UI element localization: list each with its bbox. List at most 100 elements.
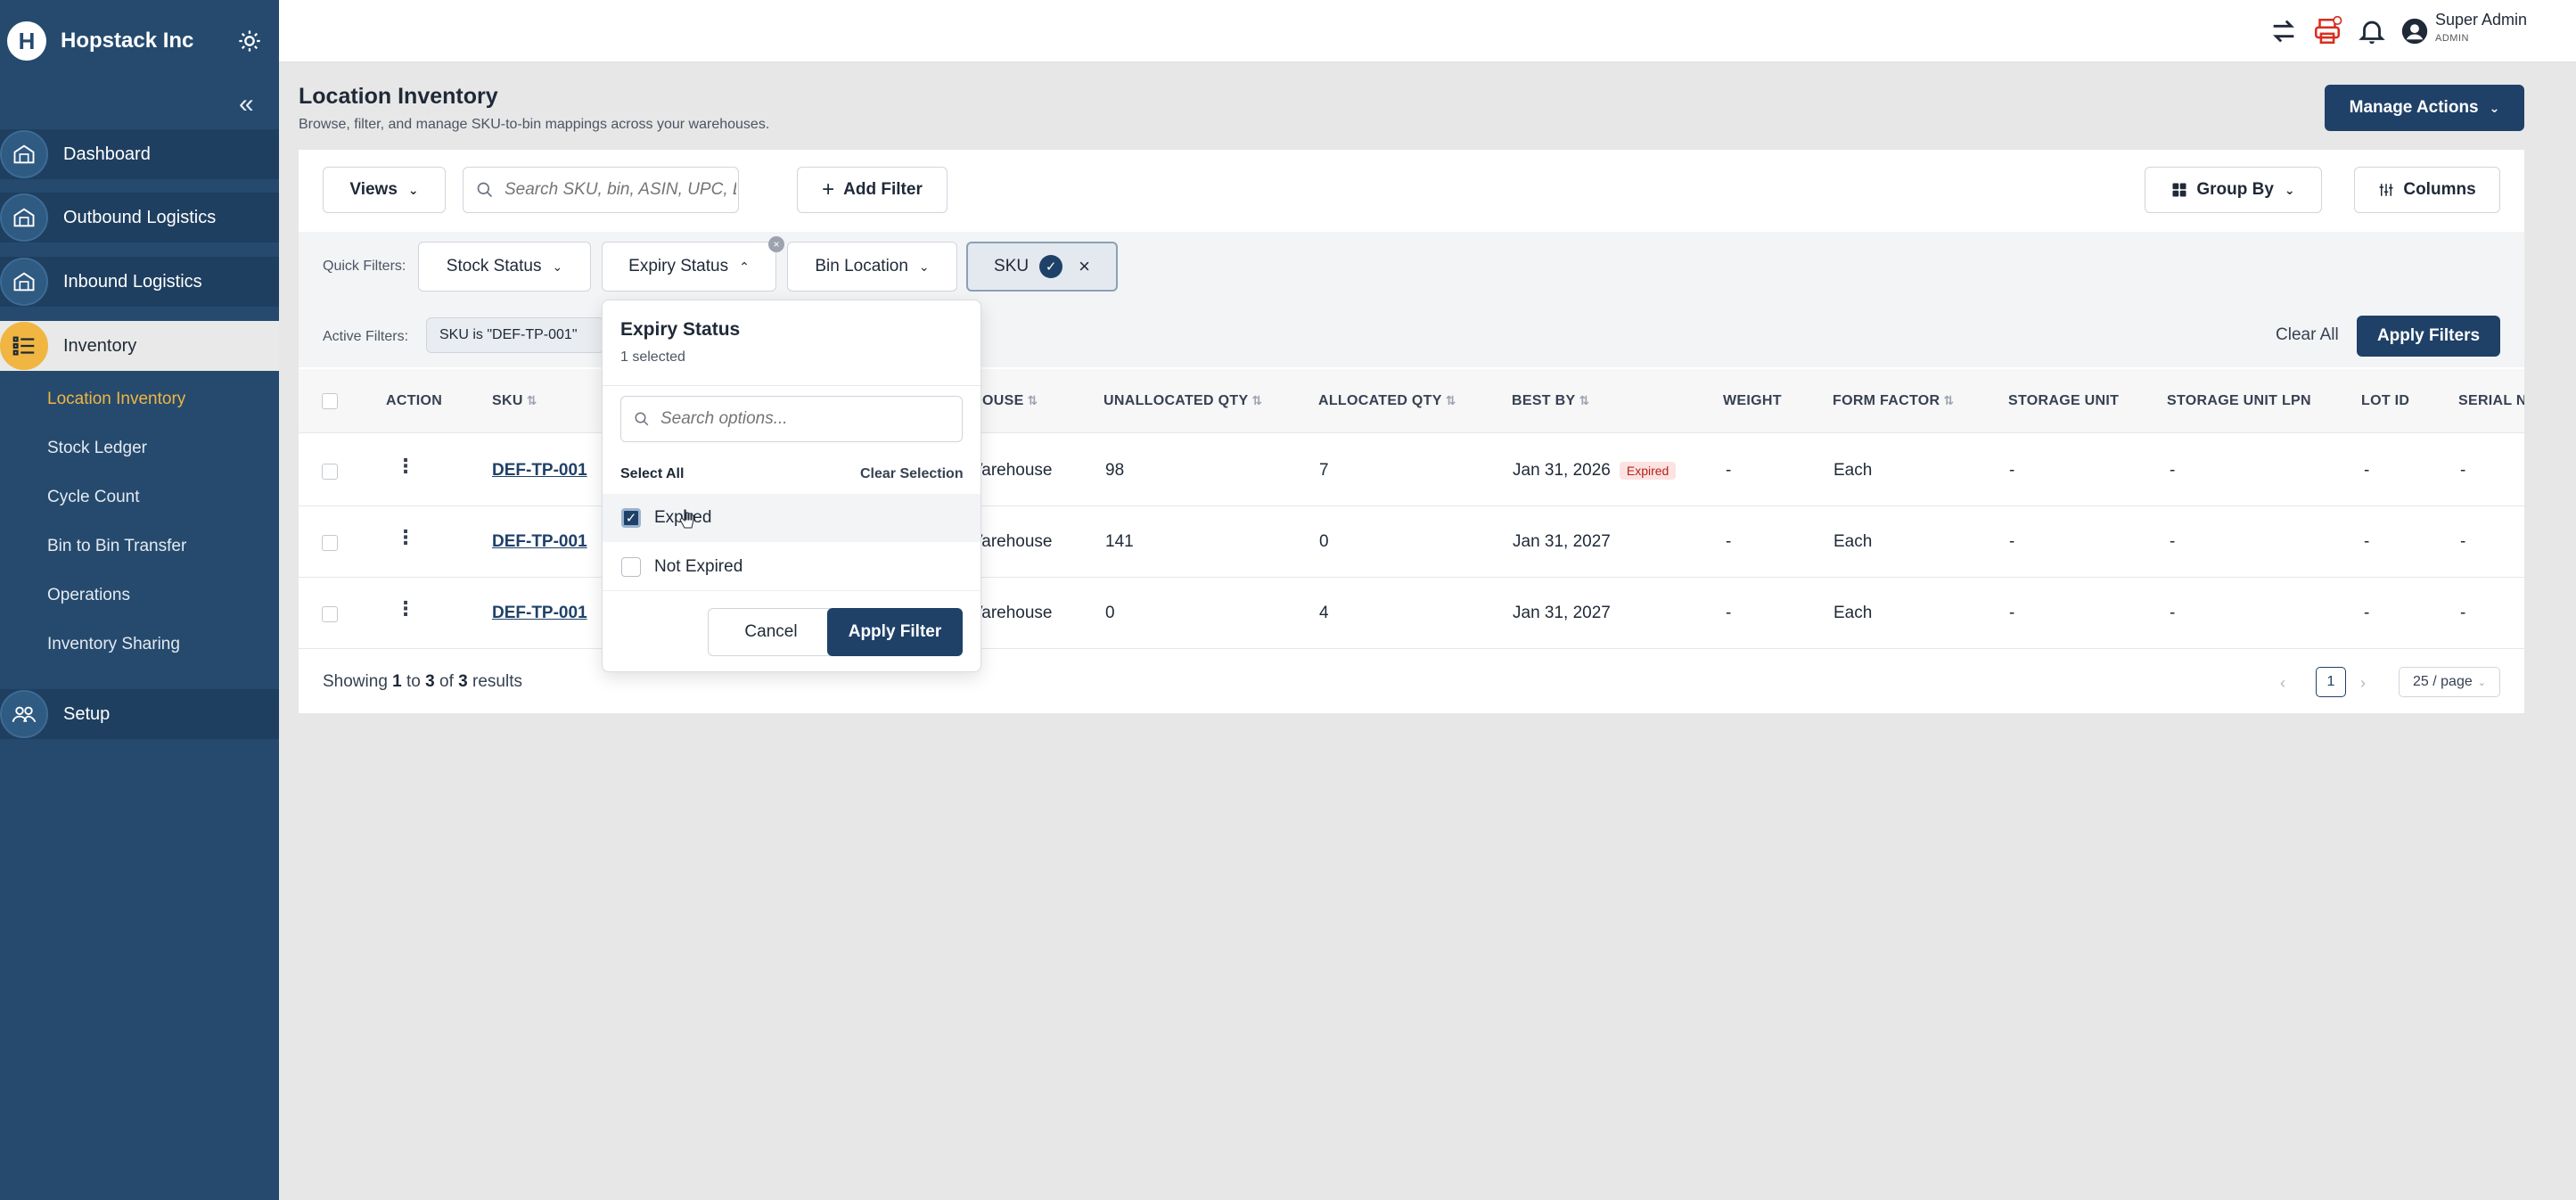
dropdown-search-box[interactable] [620,396,963,442]
expiry-status-filter[interactable]: Expiry Status ⌃ [602,242,776,292]
stock-status-label: Stock Status [446,257,542,275]
allocated-cell: 0 [1319,532,1329,551]
select-all-checkbox[interactable] [322,393,338,409]
results-total: 3 [458,672,468,691]
columns-button[interactable]: Columns [2354,167,2500,213]
user-avatar-icon[interactable] [2400,16,2430,46]
next-page-icon[interactable]: › [2360,674,2366,693]
plus-icon: + [822,177,835,201]
page-number[interactable]: 1 [2316,667,2346,697]
sidebar-item-inbound[interactable]: Inbound Logistics [0,257,279,307]
submenu-location-inventory[interactable]: Location Inventory [47,390,185,409]
sort-icon: ⇅ [526,393,537,407]
clear-selection-link[interactable]: Clear Selection [860,466,964,482]
best-by-cell: Jan 31, 2027 [1513,532,1611,551]
stock-status-filter[interactable]: Stock Status ⌄ [418,242,591,292]
check-circle-icon: ✓ [1039,255,1063,278]
col-form-factor-label: FORM FACTOR [1833,393,1940,408]
col-form-factor[interactable]: FORM FACTOR ⇅ [1833,393,1954,409]
sidebar-item-dashboard[interactable]: Dashboard [0,129,279,179]
lot-id-cell: - [2364,604,2370,622]
people-icon [0,690,48,738]
sku-link[interactable]: DEF-TP-001 [492,532,587,552]
chevron-down-icon: ⌄ [407,182,419,197]
sku-link[interactable]: DEF-TP-001 [492,461,587,481]
bell-icon[interactable] [2357,16,2387,46]
lot-id-cell: - [2364,461,2370,480]
inventory-submenu: Location Inventory Stock Ledger Cycle Co… [0,377,279,671]
row-checkbox[interactable] [322,464,338,480]
page-subtitle: Browse, filter, and manage SKU-to-bin ma… [299,117,770,132]
search-box[interactable] [463,167,739,213]
showing-word: Showing [323,672,388,691]
clear-expiry-icon[interactable]: × [768,236,784,252]
more-actions-icon[interactable]: ⋮ [396,597,415,621]
search-icon [477,182,493,198]
gear-icon[interactable] [237,29,262,53]
option-expired[interactable]: ✓ Expired [603,494,980,542]
printer-icon[interactable] [2312,16,2342,46]
option-checkbox[interactable]: ✓ [621,508,641,528]
sidebar-item-inventory[interactable]: Inventory [0,321,279,371]
row-checkbox[interactable] [322,535,338,551]
col-sku[interactable]: SKU ⇅ [492,393,537,409]
storage-unit-lpn-cell: - [2170,532,2176,551]
divider [603,385,980,386]
submenu-stock-ledger[interactable]: Stock Ledger [47,439,147,458]
user-name[interactable]: Super Admin [2435,11,2527,29]
bin-location-filter[interactable]: Bin Location ⌄ [787,242,957,292]
apply-filters-button[interactable]: Apply Filters [2357,316,2500,357]
col-action: ACTION [386,393,443,408]
group-by-button[interactable]: Group By ⌄ [2145,167,2322,213]
select-all-link[interactable]: Select All [620,466,684,482]
submenu-inventory-sharing[interactable]: Inventory Sharing [47,635,180,654]
add-filter-button[interactable]: + Add Filter [797,167,948,213]
manage-actions-button[interactable]: Manage Actions ⌄ [2325,85,2524,131]
sidebar-item-outbound[interactable]: Outbound Logistics [0,193,279,242]
sidebar-item-label: Outbound Logistics [63,207,217,227]
views-button[interactable]: Views ⌄ [323,167,446,213]
sku-filter[interactable]: SKU ✓ × [966,242,1118,292]
sidebar-item-label: Inventory [63,335,137,356]
form-factor-cell: Each [1834,532,1873,551]
col-serial: SERIAL N [2458,393,2524,408]
views-label: Views [349,180,398,199]
row-checkbox[interactable] [322,606,338,622]
submenu-bin-to-bin[interactable]: Bin to Bin Transfer [47,537,186,556]
page-size-select[interactable]: 25 / page ⌄ [2399,667,2500,697]
apply-filter-button[interactable]: Apply Filter [827,608,963,656]
option-checkbox[interactable] [621,557,641,577]
dropdown-search-input[interactable] [660,409,946,429]
active-filter-chip[interactable]: SKU is "DEF-TP-001" [426,317,604,353]
weight-cell: - [1726,604,1732,622]
add-filter-label: Add Filter [843,180,923,199]
sidebar-item-label: Dashboard [63,144,151,164]
more-actions-icon[interactable]: ⋮ [396,526,415,549]
submenu-cycle-count[interactable]: Cycle Count [47,488,140,507]
cancel-button[interactable]: Cancel [708,608,834,656]
col-allocated[interactable]: ALLOCATED QTY ⇅ [1318,393,1456,409]
prev-page-icon[interactable]: ‹ [2280,674,2285,693]
sort-icon: ⇅ [1445,393,1456,407]
to-word: to [406,672,421,691]
submenu-operations[interactable]: Operations [47,586,130,605]
col-warehouse[interactable]: OUSE ⇅ [982,393,1038,409]
col-best-by[interactable]: BEST BY ⇅ [1512,393,1589,409]
collapse-sidebar-icon[interactable]: « [239,89,254,119]
list-icon [0,322,48,370]
sku-link[interactable]: DEF-TP-001 [492,604,587,623]
serial-cell: - [2460,532,2466,551]
col-allocated-label: ALLOCATED QTY [1318,393,1442,408]
close-icon[interactable]: × [1079,255,1090,278]
form-factor-cell: Each [1834,461,1873,480]
dropdown-selected-count: 1 selected [620,349,685,365]
option-not-expired[interactable]: Not Expired [603,543,980,591]
best-by-cell: Jan 31, 2027 [1513,604,1611,622]
col-unallocated[interactable]: UNALLOCATED QTY ⇅ [1103,393,1262,409]
clear-all-button[interactable]: Clear All [2276,325,2339,345]
more-actions-icon[interactable]: ⋮ [396,455,415,478]
warehouse-icon [0,130,48,178]
sidebar-item-setup[interactable]: Setup [0,689,279,739]
swap-icon[interactable] [2268,16,2299,46]
search-input[interactable] [505,180,736,200]
